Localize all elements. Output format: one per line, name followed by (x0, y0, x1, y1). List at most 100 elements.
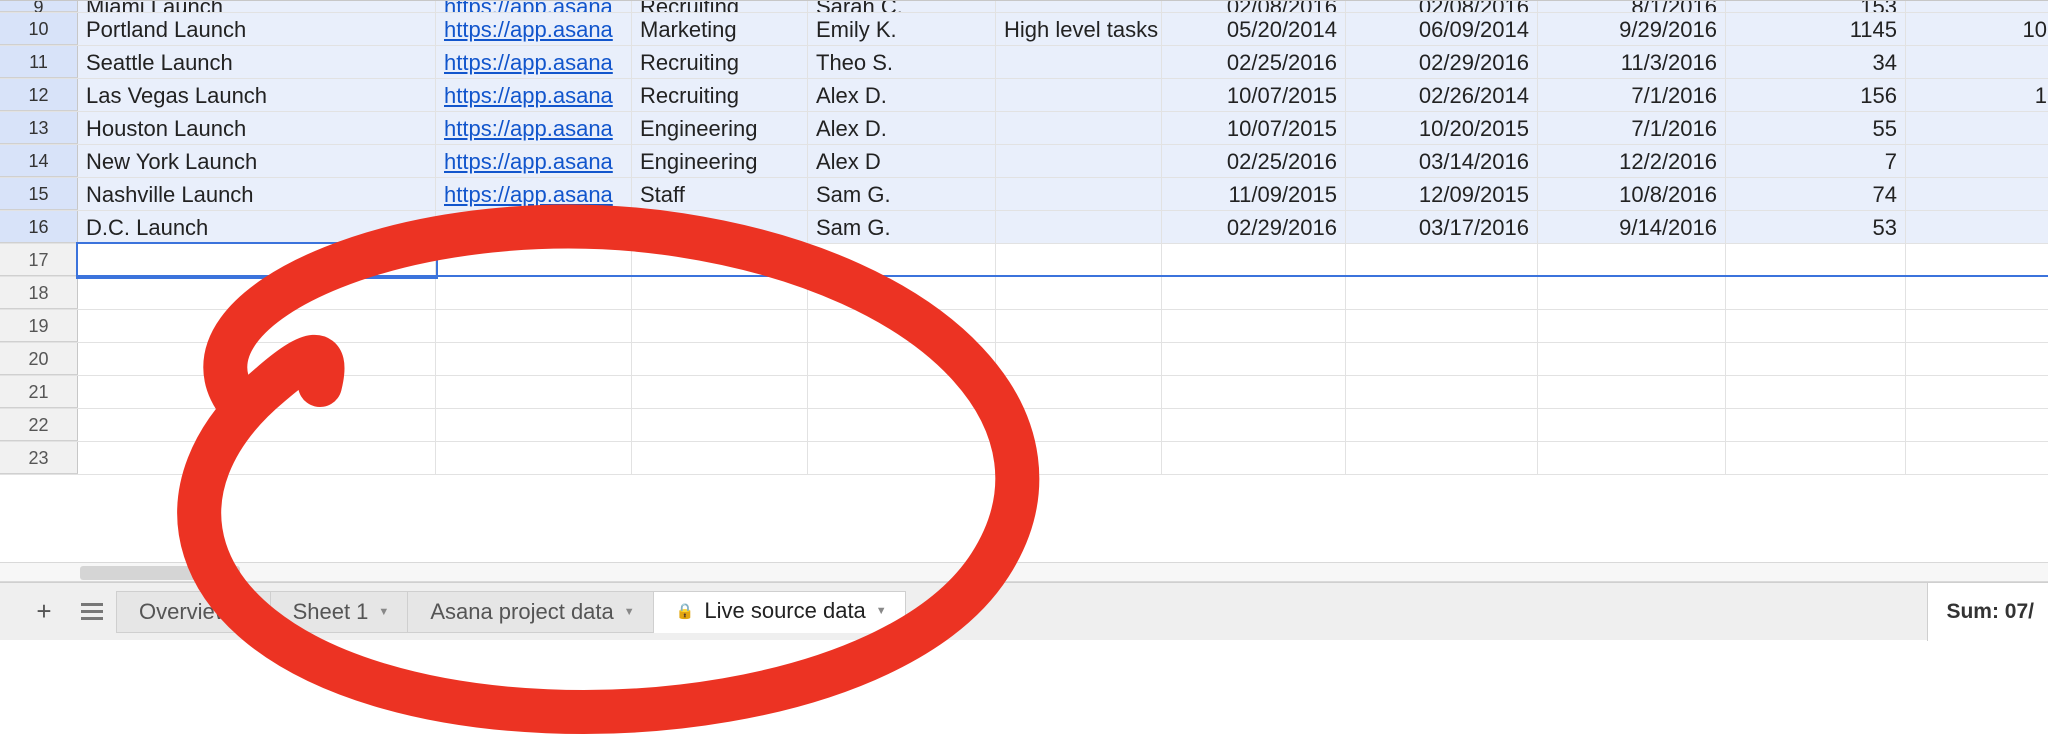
cell[interactable] (632, 277, 808, 309)
cell[interactable] (1726, 442, 1906, 474)
cell[interactable]: Marketing (632, 13, 808, 45)
row-number[interactable]: 12 (0, 79, 78, 111)
cell[interactable]: Recruiting (632, 79, 808, 111)
cell[interactable] (808, 343, 996, 375)
cell[interactable]: High level tasks (996, 13, 1162, 45)
cell[interactable]: Alex D (808, 145, 996, 177)
cell[interactable] (996, 376, 1162, 408)
table-row[interactable]: 18 (0, 277, 2048, 310)
cell[interactable] (1538, 376, 1726, 408)
row-number[interactable]: 9 (0, 1, 78, 12)
row-number[interactable]: 17 (0, 244, 78, 276)
cell[interactable]: Engineering (632, 112, 808, 144)
sheet-tab[interactable]: 🔒Live source data▼ (654, 591, 906, 633)
cell[interactable] (78, 277, 436, 309)
table-row[interactable]: 20 (0, 343, 2048, 376)
row-number[interactable]: 20 (0, 343, 78, 375)
cell[interactable]: Sam G. (808, 178, 996, 210)
cell[interactable] (1346, 244, 1538, 276)
cell[interactable] (1906, 409, 2048, 441)
cell[interactable] (436, 343, 632, 375)
cell[interactable]: 02/26/2014 (1346, 79, 1538, 111)
cell[interactable] (1162, 310, 1346, 342)
cell[interactable]: Recruiting (632, 46, 808, 78)
cell[interactable] (996, 409, 1162, 441)
cell[interactable] (1906, 46, 2048, 78)
cell[interactable]: https://app.asana (436, 145, 632, 177)
horizontal-scrollbar[interactable] (0, 562, 2048, 582)
cell[interactable]: 02/29/2016 (1162, 211, 1346, 243)
cell[interactable] (632, 211, 808, 243)
cell[interactable] (1346, 277, 1538, 309)
cell[interactable]: 10/07/2015 (1162, 79, 1346, 111)
cell[interactable]: Portland Launch (78, 13, 436, 45)
cell[interactable] (1346, 409, 1538, 441)
cell[interactable]: Emily K. (808, 13, 996, 45)
cell[interactable]: D.C. Launch (78, 211, 436, 243)
cell[interactable] (1906, 244, 2048, 276)
cell[interactable] (436, 244, 632, 276)
row-number[interactable]: 21 (0, 376, 78, 408)
cell[interactable] (436, 277, 632, 309)
cell[interactable] (1162, 376, 1346, 408)
cell[interactable] (78, 310, 436, 342)
cell[interactable]: New York Launch (78, 145, 436, 177)
cell[interactable]: 53 (1726, 211, 1906, 243)
cell[interactable] (1538, 343, 1726, 375)
cell[interactable] (1162, 244, 1346, 276)
cell[interactable] (996, 178, 1162, 210)
row-number[interactable]: 16 (0, 211, 78, 243)
cell[interactable] (1162, 442, 1346, 474)
table-row[interactable]: 16D.C. LaunchSam G.02/29/201603/17/20169… (0, 211, 2048, 244)
cell[interactable]: 11/3/2016 (1538, 46, 1726, 78)
cell[interactable]: 12/09/2015 (1346, 178, 1538, 210)
cell[interactable] (1538, 442, 1726, 474)
cell[interactable] (78, 409, 436, 441)
row-number[interactable]: 14 (0, 145, 78, 177)
cell[interactable] (808, 376, 996, 408)
table-row[interactable]: 21 (0, 376, 2048, 409)
table-row[interactable]: 15Nashville Launchhttps://app.asanaStaff… (0, 178, 2048, 211)
cell[interactable]: 1145 (1726, 13, 1906, 45)
cell[interactable] (1906, 211, 2048, 243)
scrollbar-thumb[interactable] (80, 566, 240, 580)
cell[interactable] (996, 145, 1162, 177)
cell[interactable]: 02/25/2016 (1162, 145, 1346, 177)
cell[interactable] (632, 310, 808, 342)
cell[interactable] (996, 442, 1162, 474)
cell[interactable] (996, 1, 1162, 12)
cell[interactable]: https://app.asana (436, 178, 632, 210)
table-row[interactable]: 23 (0, 442, 2048, 475)
cell[interactable]: 10/07/2015 (1162, 112, 1346, 144)
cell[interactable]: 153 (1726, 1, 1906, 12)
cell[interactable]: Seattle Launch (78, 46, 436, 78)
cell[interactable]: 7 (1726, 145, 1906, 177)
row-number[interactable]: 13 (0, 112, 78, 144)
cell[interactable] (632, 409, 808, 441)
cell[interactable]: 02/08/2016 (1162, 1, 1346, 12)
cell[interactable]: 8/1/2016 (1538, 1, 1726, 12)
sheet-tab[interactable]: Sheet 1▼ (271, 591, 409, 633)
cell[interactable]: 74 (1726, 178, 1906, 210)
cell[interactable] (1906, 310, 2048, 342)
cell[interactable]: 11/09/2015 (1162, 178, 1346, 210)
cell[interactable] (78, 343, 436, 375)
cell[interactable]: Nashville Launch (78, 178, 436, 210)
cell[interactable]: Houston Launch (78, 112, 436, 144)
row-number[interactable]: 22 (0, 409, 78, 441)
cell[interactable] (632, 343, 808, 375)
cell[interactable]: 7/1/2016 (1538, 112, 1726, 144)
cell[interactable] (808, 244, 996, 276)
cell[interactable] (808, 310, 996, 342)
status-summary[interactable]: Sum: 07/ (1927, 583, 2048, 641)
cell[interactable] (1726, 310, 1906, 342)
cell[interactable]: Las Vegas Launch (78, 79, 436, 111)
cell[interactable] (436, 442, 632, 474)
cell[interactable]: Miami Launch (78, 1, 436, 12)
cell[interactable] (78, 244, 436, 276)
cell[interactable] (808, 277, 996, 309)
cell[interactable]: https://app.asana (436, 1, 632, 12)
cell[interactable]: https://app.asana (436, 112, 632, 144)
cell[interactable] (1538, 277, 1726, 309)
cell[interactable] (1346, 442, 1538, 474)
